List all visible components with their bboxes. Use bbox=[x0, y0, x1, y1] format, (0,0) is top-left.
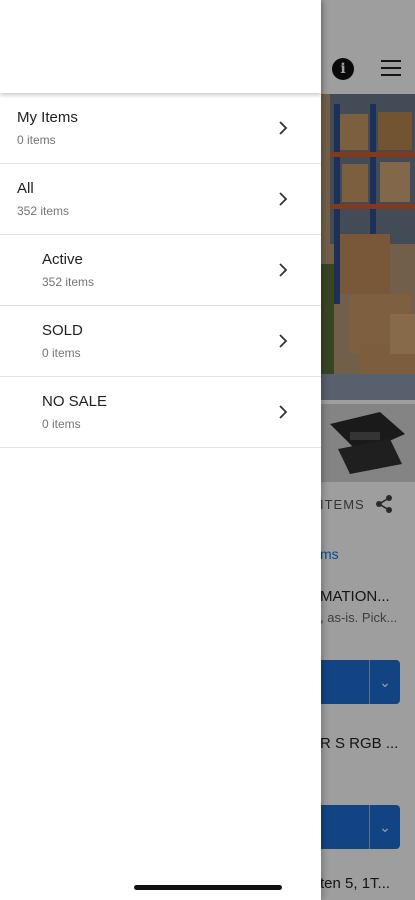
drawer-item-title: Active bbox=[42, 251, 83, 268]
drawer-item-count: 0 items bbox=[42, 346, 81, 360]
drawer-item-count: 0 items bbox=[17, 133, 56, 147]
drawer-item-count: 352 items bbox=[42, 275, 95, 289]
chevron-right-icon bbox=[279, 192, 288, 206]
drawer-header bbox=[0, 0, 321, 93]
drawer-list: My Items 0 items All 352 items Active 35… bbox=[0, 93, 321, 448]
chevron-right-icon bbox=[279, 334, 288, 348]
drawer-item-title: SOLD bbox=[42, 322, 83, 339]
drawer-item-count: 0 items bbox=[42, 417, 81, 431]
chevron-right-icon bbox=[279, 263, 288, 277]
chevron-right-icon bbox=[279, 405, 288, 419]
chevron-right-icon bbox=[279, 121, 288, 135]
drawer-item-active[interactable]: Active 352 items bbox=[0, 235, 321, 306]
drawer-item-title: NO SALE bbox=[42, 393, 108, 410]
drawer-item-count: 352 items bbox=[17, 204, 70, 218]
navigation-drawer: My Items 0 items All 352 items Active 35… bbox=[0, 0, 321, 900]
drawer-item-no-sale[interactable]: NO SALE 0 items bbox=[0, 377, 321, 448]
home-indicator[interactable] bbox=[134, 885, 282, 890]
drawer-item-my-items[interactable]: My Items 0 items bbox=[0, 93, 321, 164]
drawer-item-sold[interactable]: SOLD 0 items bbox=[0, 306, 321, 377]
drawer-item-title: My Items bbox=[17, 109, 78, 126]
drawer-item-title: All bbox=[17, 180, 34, 197]
screen: i ITEMS ms MATION... , as-is. Pick... ⌄ … bbox=[0, 0, 415, 900]
drawer-item-all[interactable]: All 352 items bbox=[0, 164, 321, 235]
